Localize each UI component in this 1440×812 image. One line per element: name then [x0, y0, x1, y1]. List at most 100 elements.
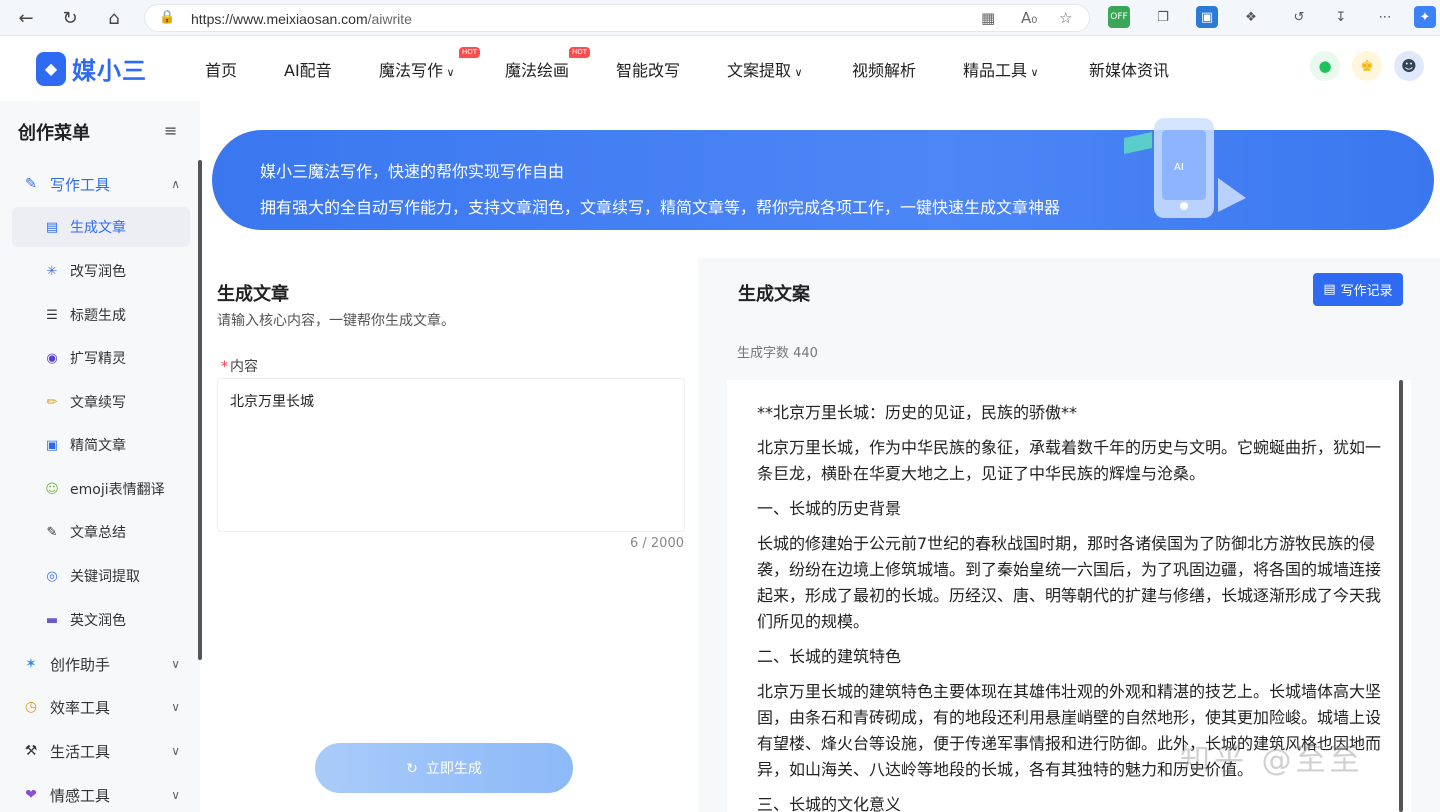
- history-icon[interactable]: ↺: [1288, 6, 1310, 28]
- nav-premium-tools[interactable]: 精品工具 ∨: [963, 57, 1039, 81]
- field-label-text: 内容: [230, 359, 258, 375]
- loading-spinner-icon: ↻: [406, 759, 418, 776]
- sidebar-group-writing-tools[interactable]: ✎ 写作工具 ∧: [22, 172, 180, 196]
- favorite-star-icon[interactable]: ☆: [1059, 9, 1072, 27]
- more-icon[interactable]: ⋯: [1374, 6, 1396, 28]
- sidebar-group-emotion[interactable]: ❤ 情感工具 ∨: [22, 783, 180, 807]
- sidebar-scrollbar[interactable]: [198, 160, 202, 660]
- record-button-label: 写作记录: [1340, 284, 1393, 299]
- nav-ai-dubbing[interactable]: AI配音: [284, 57, 332, 81]
- chevron-down-icon: ∨: [1027, 66, 1039, 79]
- group-label: 效率工具: [50, 698, 111, 717]
- split-screen-icon[interactable]: ▦: [981, 9, 995, 27]
- chevron-down-icon: ∨: [171, 788, 180, 802]
- site-header: ◆ 媒小三 首页 AI配音 魔法写作 ∨ HOT 魔法绘画 HOT 智能改写 文案提…: [0, 37, 1440, 101]
- sidebar-group-life[interactable]: ⚒ 生活工具 ∨: [22, 739, 180, 763]
- svg-text:AI: AI: [1174, 162, 1184, 173]
- copilot-icon[interactable]: ✦: [1414, 6, 1436, 28]
- sidebar-group-efficiency[interactable]: ◷ 效率工具 ∨: [22, 695, 180, 719]
- sidebar-item-keyword[interactable]: ◎ 关键词提取: [12, 556, 190, 596]
- sidebar-title: 创作菜单: [18, 123, 90, 144]
- sidebar-item-expand[interactable]: ◉ 扩写精灵: [12, 338, 190, 378]
- extensions-puzzle-icon[interactable]: ❖: [1240, 6, 1262, 28]
- record-icon: ▤: [1323, 282, 1336, 297]
- nav-video-parse[interactable]: 视频解析: [852, 57, 916, 81]
- pencil-icon: ✏: [46, 394, 58, 410]
- collapse-menu-icon[interactable]: ≡: [164, 121, 177, 140]
- content-input[interactable]: 北京万里长城: [217, 378, 685, 532]
- emoji-icon: ☺: [45, 481, 59, 497]
- download-icon[interactable]: ↧: [1330, 6, 1352, 28]
- sidebar-item-simplify[interactable]: ▣ 精简文章: [12, 425, 190, 465]
- back-icon[interactable]: ←: [14, 6, 38, 30]
- group-label: 生活工具: [50, 742, 111, 761]
- sidebar-item-label: 文章总结: [70, 525, 126, 541]
- logo-mark-icon: ◆: [36, 51, 66, 86]
- nav-magic-painting[interactable]: 魔法绘画 HOT: [505, 47, 591, 81]
- char-counter: 6 / 2000: [630, 536, 684, 551]
- nav-smart-rewrite[interactable]: 智能改写: [616, 57, 680, 81]
- sidebar-item-continue[interactable]: ✏ 文章续写: [12, 382, 190, 422]
- collections-icon[interactable]: ❐: [1152, 6, 1174, 28]
- sidebar-item-generate-article[interactable]: ▤ 生成文章: [12, 207, 190, 247]
- generate-button[interactable]: ↻ 立即生成: [315, 743, 573, 793]
- reload-icon[interactable]: ↻: [58, 6, 82, 30]
- tools-icon: ⚒: [24, 743, 38, 759]
- sparkle-icon: ✳: [46, 263, 58, 279]
- nav-copy-extract[interactable]: 文案提取 ∨: [727, 57, 803, 81]
- summary-icon: ✎: [46, 524, 58, 540]
- watermark: 知乎 @至至: [1180, 743, 1364, 778]
- english-icon: ▬: [45, 612, 59, 628]
- sidebar-item-english-polish[interactable]: ▬ 英文润色: [12, 600, 190, 640]
- home-icon[interactable]: ⌂: [102, 6, 126, 30]
- sidebar-item-rewrite-polish[interactable]: ✳ 改写润色: [12, 251, 190, 291]
- chevron-down-icon: ∨: [171, 700, 180, 714]
- sidebar-item-label: 关键词提取: [70, 569, 140, 585]
- sidebar-item-title-gen[interactable]: ☰ 标题生成: [12, 295, 190, 335]
- result-paragraph: 一、长城的历史背景: [757, 499, 902, 518]
- group-label: 写作工具: [50, 175, 111, 194]
- address-bar[interactable]: 🔒 https://www.meixiaosan.com/aiwrite ▦ A…: [144, 4, 1090, 32]
- writing-record-button[interactable]: ▤ 写作记录: [1313, 273, 1403, 306]
- article-icon: ▤: [45, 219, 59, 235]
- group-label: 情感工具: [50, 786, 111, 805]
- banner-description: 拥有强大的全自动写作能力，支持文章润色，文章续写，精简文章等，帮你完成各项工作，…: [260, 198, 1061, 217]
- extension-icon[interactable]: ▣: [1196, 6, 1218, 28]
- sidebar-item-label: 英文润色: [70, 613, 126, 629]
- sidebar-item-summary[interactable]: ✎ 文章总结: [12, 512, 190, 552]
- sidebar-item-label: 生成文章: [70, 220, 126, 236]
- read-aloud-icon[interactable]: A₀: [1021, 9, 1037, 27]
- nav-magic-writing[interactable]: 魔法写作 ∨ HOT: [379, 47, 481, 81]
- form-subtitle: 请输入核心内容，一键帮你生成文章。: [217, 313, 455, 329]
- expand-icon: ◉: [46, 350, 58, 366]
- result-title: 生成文案: [738, 284, 810, 305]
- sidebar-group-creative-assistant[interactable]: ✶ 创作助手 ∨: [22, 652, 180, 676]
- chevron-down-icon: ∨: [791, 66, 803, 79]
- edit-icon: ✎: [25, 176, 37, 192]
- heart-icon: ❤: [25, 787, 37, 803]
- hot-badge: HOT: [569, 47, 591, 58]
- avatar[interactable]: ☻: [1394, 51, 1424, 81]
- site-logo[interactable]: ◆ 媒小三: [36, 51, 147, 86]
- nav-home[interactable]: 首页: [205, 57, 237, 81]
- sidebar-item-emoji[interactable]: ☺ emoji表情翻译: [12, 469, 190, 509]
- nav-new-media-news[interactable]: 新媒体资讯: [1089, 57, 1169, 81]
- word-count: 生成字数 440: [737, 346, 818, 361]
- document-icon: ▣: [45, 437, 59, 453]
- chevron-down-icon: ∨: [443, 66, 455, 79]
- sidebar-item-label: 改写润色: [70, 264, 126, 280]
- notification-bell-icon[interactable]: ●: [1310, 51, 1340, 81]
- vip-crown-icon[interactable]: ♚: [1352, 51, 1382, 81]
- result-paragraph: **北京万里长城：历史的见证，民族的骄傲**: [757, 403, 1078, 422]
- generate-button-label: 立即生成: [425, 760, 482, 776]
- sidebar-item-label: 标题生成: [70, 308, 126, 324]
- result-paragraph: 北京万里长城，作为中华民族的象征，承载着数千年的历史与文明。它蜿蜒曲折，犹如一条…: [757, 438, 1382, 483]
- result-scrollbar[interactable]: [1399, 380, 1403, 812]
- sidebar-item-label: emoji表情翻译: [70, 482, 165, 498]
- chevron-up-icon: ∧: [171, 177, 180, 191]
- result-paragraph: 二、长城的建筑特色: [757, 647, 902, 666]
- url-text: https://www.meixiaosan.com/aiwrite: [191, 11, 412, 27]
- group-label: 创作助手: [50, 655, 111, 674]
- sidebar: 创作菜单 ≡ ✎ 写作工具 ∧ ▤ 生成文章 ✳ 改写润色 ☰ 标题生成 ◉ 扩写精灵 …: [0, 101, 200, 812]
- extension-off-icon[interactable]: OFF: [1108, 6, 1130, 28]
